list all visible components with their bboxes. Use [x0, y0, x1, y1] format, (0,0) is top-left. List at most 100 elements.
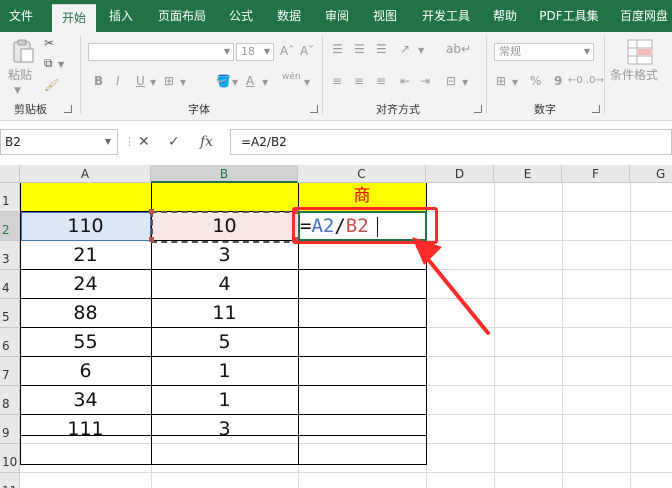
confirm-entry-button[interactable]: ✓: [168, 129, 180, 155]
column-header-e[interactable]: E: [494, 165, 562, 183]
accounting-dropdown-icon[interactable]: ▼: [512, 76, 518, 90]
align-left-icon[interactable]: ≡: [332, 74, 342, 88]
paste-label[interactable]: 粘贴: [8, 68, 32, 82]
cut-icon[interactable]: ✂: [44, 36, 54, 50]
orientation-icon[interactable]: ↗: [400, 42, 410, 56]
column-header-a[interactable]: A: [20, 165, 151, 183]
name-box[interactable]: B2 ▼: [0, 129, 118, 155]
shrink-font-icon[interactable]: Aˇ: [300, 44, 314, 58]
tab-insert[interactable]: 插入: [102, 0, 140, 32]
font-size-dropdown[interactable]: 18 ▼: [236, 43, 274, 61]
paste-dropdown-icon[interactable]: ▼: [14, 84, 21, 98]
font-launcher-icon[interactable]: [310, 105, 318, 113]
align-bottom-icon[interactable]: ☰: [376, 42, 387, 56]
increase-indent-icon[interactable]: ⇥: [420, 74, 430, 88]
cell-a3[interactable]: 21: [20, 241, 151, 270]
align-center-icon[interactable]: ≡: [354, 74, 364, 88]
fill-color-dropdown-icon[interactable]: ▼: [232, 76, 238, 90]
orientation-dropdown-icon[interactable]: ▼: [418, 44, 424, 58]
column-header-g[interactable]: G: [630, 165, 672, 183]
copy-dropdown-icon[interactable]: ▼: [58, 58, 64, 72]
conditional-format-label[interactable]: 条件格式: [610, 68, 658, 82]
number-launcher-icon[interactable]: [592, 105, 600, 113]
cell-a4[interactable]: 24: [20, 270, 151, 299]
cell-a5[interactable]: 88: [20, 299, 151, 328]
tab-data[interactable]: 数据: [270, 0, 308, 32]
tab-baidu-netdisk[interactable]: 百度网盘: [614, 0, 672, 32]
row-header-5[interactable]: 5: [0, 299, 20, 328]
copy-icon[interactable]: ⧉: [44, 56, 53, 70]
underline-dropdown-icon[interactable]: ▼: [150, 76, 156, 90]
increase-decimal-icon[interactable]: ←0: [568, 74, 583, 88]
cell-a7[interactable]: 6: [20, 357, 151, 386]
cell-a9[interactable]: 111: [20, 415, 151, 444]
row-header-10[interactable]: 10: [0, 444, 20, 473]
decrease-decimal-icon[interactable]: .0→: [586, 74, 604, 88]
column-header-d[interactable]: D: [426, 165, 494, 183]
column-header-b[interactable]: B: [151, 165, 298, 183]
number-format-dropdown[interactable]: 常规 ▼: [494, 43, 594, 61]
row-header-3[interactable]: 3: [0, 241, 20, 270]
cell-a6[interactable]: 55: [20, 328, 151, 357]
font-name-dropdown[interactable]: ▼: [88, 43, 234, 61]
cell-b6[interactable]: 5: [151, 328, 298, 357]
grow-font-icon[interactable]: Aˆ: [280, 44, 294, 58]
tab-pdf-tools[interactable]: PDF工具集: [532, 0, 606, 32]
ref-handle[interactable]: [149, 209, 154, 214]
accounting-format-icon[interactable]: ⊞: [496, 74, 506, 88]
clipboard-launcher-icon[interactable]: [64, 105, 72, 113]
formula-input[interactable]: =A2/B2: [230, 129, 672, 155]
percent-button[interactable]: %: [530, 74, 541, 88]
tab-developer[interactable]: 开发工具: [414, 0, 478, 32]
cell-b7[interactable]: 1: [151, 357, 298, 386]
alignment-launcher-icon[interactable]: [474, 105, 482, 113]
wrap-text-icon[interactable]: ab↵: [446, 42, 471, 56]
decrease-indent-icon[interactable]: ⇤: [400, 74, 410, 88]
row-header-7[interactable]: 7: [0, 357, 20, 386]
phonetic-dropdown-icon[interactable]: ▼: [304, 76, 310, 90]
merge-dropdown-icon[interactable]: ▼: [462, 76, 468, 90]
bold-button[interactable]: B: [94, 74, 103, 88]
row-header-1[interactable]: 1: [0, 183, 20, 212]
row-header-6[interactable]: 6: [0, 328, 20, 357]
cell-b4[interactable]: 4: [151, 270, 298, 299]
tab-home[interactable]: 开始: [52, 4, 96, 33]
select-all-button[interactable]: [0, 165, 20, 183]
borders-dropdown-icon[interactable]: ▼: [180, 76, 186, 90]
tab-review[interactable]: 审阅: [318, 0, 356, 32]
align-middle-icon[interactable]: ☰: [354, 42, 365, 56]
cell-b5[interactable]: 11: [151, 299, 298, 328]
cell-b8[interactable]: 1: [151, 386, 298, 415]
cancel-entry-button[interactable]: ✕: [138, 129, 150, 155]
row-header-2[interactable]: 2: [0, 212, 20, 241]
borders-icon[interactable]: ⊞: [164, 74, 174, 88]
italic-button[interactable]: I: [116, 74, 120, 88]
cell-b9[interactable]: 3: [151, 415, 298, 444]
row-header-4[interactable]: 4: [0, 270, 20, 299]
cell-a8[interactable]: 34: [20, 386, 151, 415]
comma-style-button[interactable]: 9: [554, 74, 562, 88]
fill-color-icon[interactable]: 🪣: [216, 74, 231, 88]
row-header-11[interactable]: 11: [0, 473, 20, 488]
underline-button[interactable]: U: [136, 74, 145, 88]
align-top-icon[interactable]: ☰: [332, 42, 343, 56]
tab-page-layout[interactable]: 页面布局: [150, 0, 214, 32]
tab-help[interactable]: 帮助: [486, 0, 524, 32]
conditional-format-icon[interactable]: [626, 38, 654, 66]
font-color-dropdown-icon[interactable]: ▼: [262, 76, 268, 90]
column-header-f[interactable]: F: [562, 165, 630, 183]
font-color-icon[interactable]: A: [246, 74, 254, 88]
format-painter-icon[interactable]: 🖌: [44, 78, 59, 92]
tab-view[interactable]: 视图: [366, 0, 404, 32]
merge-center-icon[interactable]: ⊟: [446, 74, 456, 88]
paste-icon[interactable]: [10, 38, 36, 64]
insert-function-button[interactable]: fx: [200, 129, 213, 155]
cell-b3[interactable]: 3: [151, 241, 298, 270]
tab-file[interactable]: 文件: [0, 0, 42, 32]
row-header-9[interactable]: 9: [0, 415, 20, 444]
align-right-icon[interactable]: ≡: [376, 74, 386, 88]
row-header-8[interactable]: 8: [0, 386, 20, 415]
phonetic-guide-icon[interactable]: wén: [282, 70, 301, 84]
ref-handle[interactable]: [149, 237, 154, 242]
tab-formulas[interactable]: 公式: [222, 0, 260, 32]
